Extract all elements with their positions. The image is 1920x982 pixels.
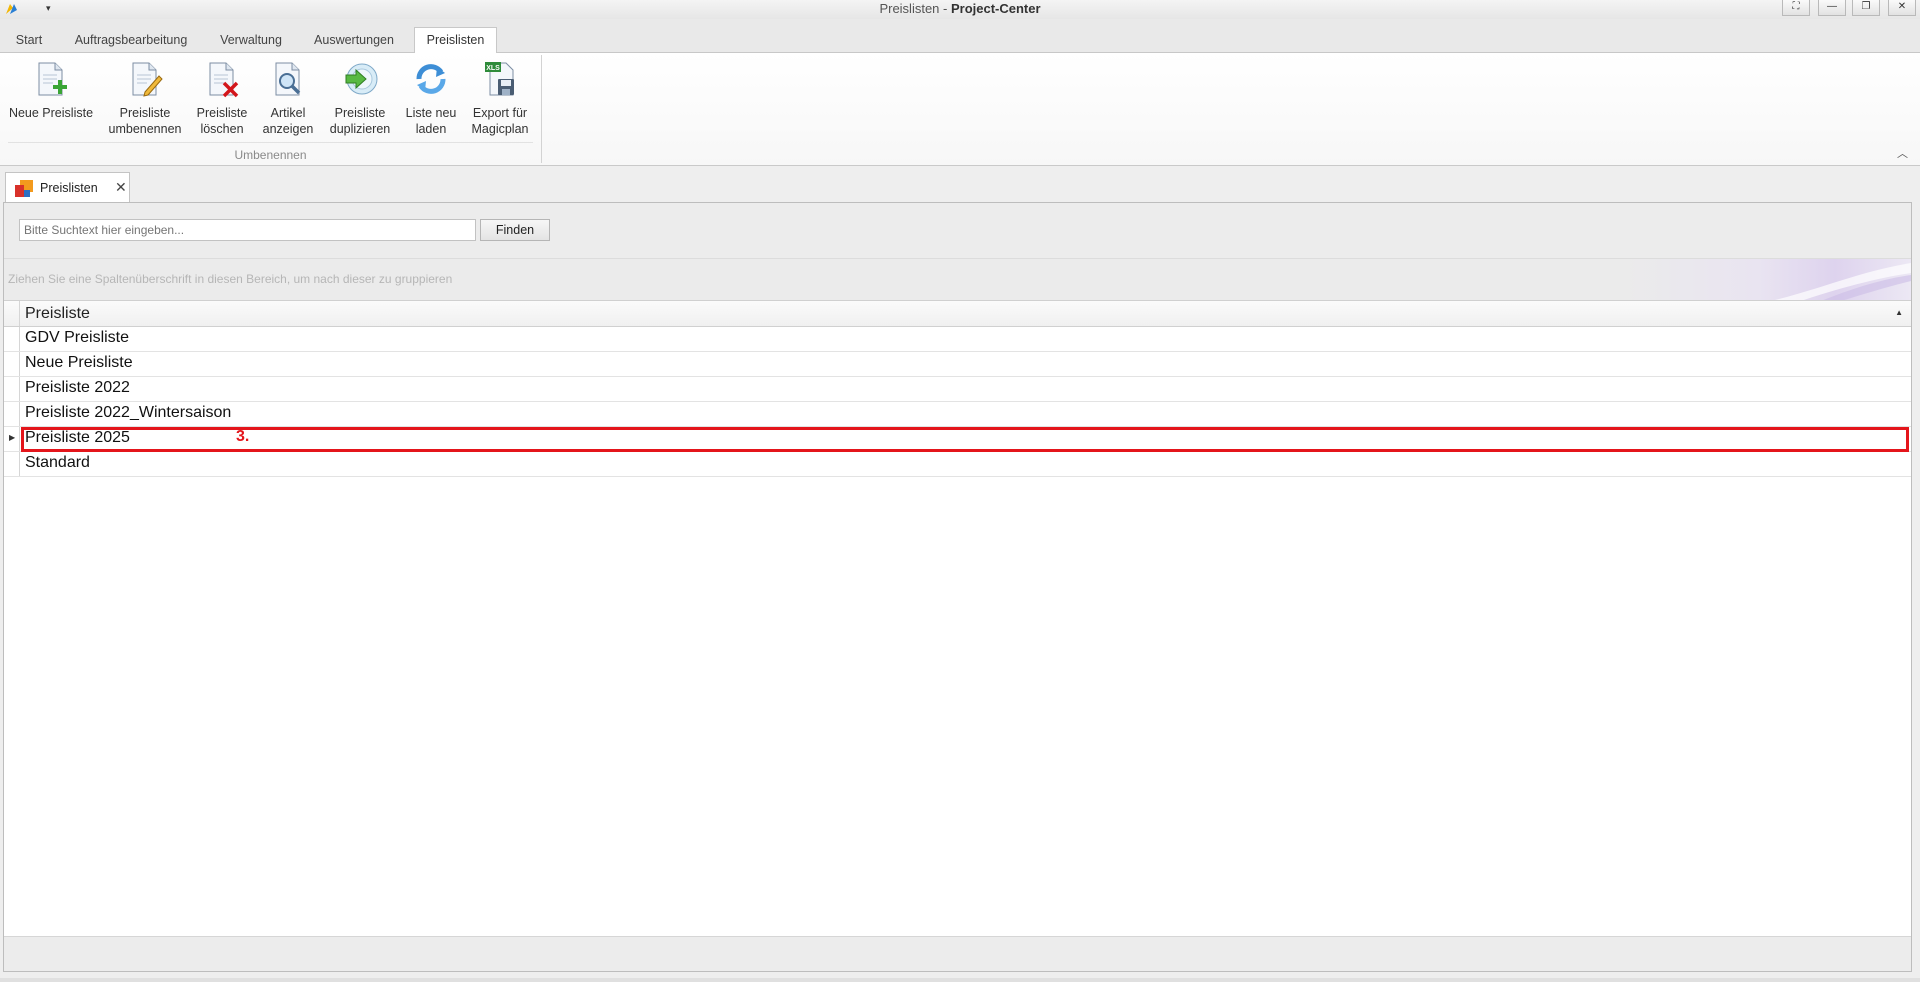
- rename-pricelist-label-1: Preisliste: [119, 106, 171, 120]
- refresh-icon: [416, 64, 446, 94]
- ribbon-panel: Neue Preisliste Preisliste umbenennen Pr…: [0, 53, 1920, 166]
- table-row-selected[interactable]: ▶ Preisliste 2025 3.: [4, 427, 1911, 452]
- row-indicator-cell: [4, 402, 20, 426]
- duplicate-pricelist-label-2: duplizieren: [329, 122, 391, 136]
- document-tab-label: Preislisten: [40, 181, 98, 195]
- show-articles-label-1: Artikel: [270, 106, 306, 120]
- row-indicator-cell: [4, 327, 20, 351]
- delete-pricelist-label-1: Preisliste: [196, 106, 248, 120]
- delete-document-icon: [209, 62, 239, 98]
- minimize-button[interactable]: —: [1818, 0, 1846, 16]
- export-magicplan-label-2: Magicplan: [471, 122, 529, 136]
- window-bottom-border: [0, 978, 1920, 982]
- fullscreen-button[interactable]: ⛶: [1782, 0, 1810, 16]
- row-cell-name: Standard: [25, 454, 90, 471]
- ribbon-group-label: Umbenennen: [234, 148, 307, 162]
- new-pricelist-label: Neue Preisliste: [8, 106, 94, 120]
- row-indicator-cell: [4, 377, 20, 401]
- table-row[interactable]: Preisliste 2022_Wintersaison: [4, 402, 1911, 427]
- row-indicator-cell: ▶: [4, 427, 20, 451]
- row-indicator-cell: [4, 452, 20, 476]
- table-row[interactable]: GDV Preisliste: [4, 327, 1911, 352]
- search-input[interactable]: [19, 219, 476, 241]
- reload-list-label-1: Liste neu: [405, 106, 457, 120]
- duplicate-pricelist-button[interactable]: Preisliste duplizieren: [325, 59, 395, 137]
- group-by-hint: Ziehen Sie eine Spaltenüberschrift in di…: [8, 272, 453, 286]
- close-tab-icon[interactable]: ✕: [115, 179, 127, 196]
- tab-verwaltung[interactable]: Verwaltung: [213, 30, 289, 53]
- decorative-swoosh-icon: [1771, 263, 1911, 301]
- ribbon-tab-bar: Start Auftragsbearbeitung Verwaltung Aus…: [0, 19, 1920, 54]
- pricelist-grid: Preisliste ▲ GDV Preisliste Neue Preisli…: [4, 300, 1911, 477]
- highlight-box: [21, 427, 1909, 452]
- edit-document-icon: [132, 62, 163, 97]
- document-area: Preislisten ✕ Finden Ziehen Sie eine Spa…: [0, 166, 1920, 982]
- tab-auftragsbearbeitung[interactable]: Auftragsbearbeitung: [63, 30, 199, 53]
- title-bar: ▾ Preislisten - Project-Center ⛶ — ❐ ✕: [0, 0, 1920, 19]
- delete-pricelist-label-2: löschen: [200, 122, 244, 136]
- document-tab-preislisten[interactable]: Preislisten ✕: [5, 172, 130, 202]
- export-magicplan-button[interactable]: XLS Export für Magicplan: [467, 59, 533, 137]
- restore-button[interactable]: ❐: [1852, 0, 1880, 16]
- close-window-button[interactable]: ✕: [1888, 0, 1916, 16]
- current-row-icon: ▶: [9, 433, 16, 442]
- svg-text:XLS: XLS: [486, 65, 500, 72]
- pricelist-panel: Finden Ziehen Sie eine Spaltenüberschrif…: [3, 202, 1912, 972]
- group-divider-line: [8, 142, 533, 143]
- duplicate-pricelist-label-1: Preisliste: [334, 106, 386, 120]
- row-indicator-cell: [4, 352, 20, 376]
- reload-list-button[interactable]: Liste neu laden: [402, 59, 460, 137]
- ribbon-group-separator: [541, 55, 542, 163]
- column-header-preisliste[interactable]: Preisliste: [25, 305, 90, 323]
- step-annotation: 3.: [236, 428, 250, 445]
- row-cell-name: Preisliste 2022_Wintersaison: [25, 404, 232, 421]
- new-pricelist-button[interactable]: Neue Preisliste: [6, 59, 96, 121]
- collapse-ribbon-icon[interactable]: ︿: [1897, 145, 1908, 161]
- grid-header: Preisliste ▲: [4, 300, 1911, 327]
- preview-document-icon: [275, 62, 301, 96]
- export-xls-icon: XLS: [485, 62, 514, 96]
- row-cell-name: Preisliste 2022: [25, 379, 130, 396]
- table-row[interactable]: Preisliste 2022: [4, 377, 1911, 402]
- row-cell-name: Neue Preisliste: [25, 354, 133, 371]
- show-articles-button[interactable]: Artikel anzeigen: [260, 59, 316, 137]
- table-row[interactable]: Neue Preisliste: [4, 352, 1911, 377]
- export-magicplan-label-1: Export für: [472, 106, 528, 120]
- sort-ascending-icon[interactable]: ▲: [1895, 308, 1903, 317]
- duplicate-icon: [345, 63, 378, 95]
- tab-preislisten[interactable]: Preislisten: [414, 27, 497, 54]
- table-row[interactable]: Standard: [4, 452, 1911, 477]
- delete-pricelist-button[interactable]: Preisliste löschen: [193, 59, 251, 137]
- row-cell-name: GDV Preisliste: [25, 329, 130, 346]
- status-bar: [4, 936, 1911, 971]
- rename-pricelist-button[interactable]: Preisliste umbenennen: [106, 59, 184, 137]
- tab-start[interactable]: Start: [10, 30, 48, 53]
- window-title-app: Project-Center: [950, 1, 1041, 16]
- new-document-icon: [38, 62, 67, 96]
- pricelist-tab-icon: [15, 180, 33, 197]
- row-cell-name: Preisliste 2025: [25, 429, 130, 446]
- show-articles-label-2: anzeigen: [262, 122, 314, 136]
- rename-pricelist-label-2: umbenennen: [108, 122, 182, 136]
- reload-list-label-2: laden: [415, 122, 447, 136]
- window-title: Preislisten - Project-Center: [0, 1, 1920, 16]
- search-bar: Finden: [4, 203, 1911, 258]
- indicator-column-header: [4, 301, 20, 326]
- find-button[interactable]: Finden: [480, 219, 550, 241]
- group-by-panel[interactable]: Ziehen Sie eine Spaltenüberschrift in di…: [4, 258, 1911, 301]
- window-title-prefix: Preislisten -: [879, 1, 951, 16]
- tab-auswertungen[interactable]: Auswertungen: [306, 30, 402, 53]
